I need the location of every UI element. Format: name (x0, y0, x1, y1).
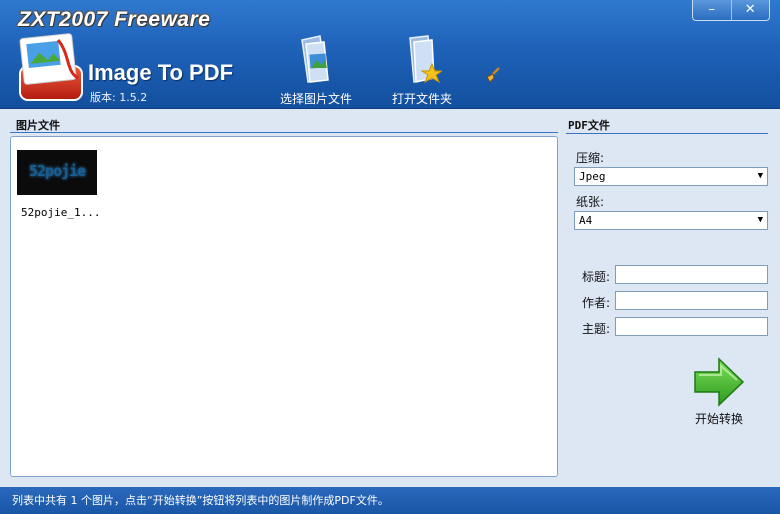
select-image-files-label: 选择图片文件 (280, 92, 353, 106)
status-text: 列表中共有 1 个图片，点击“开始转换”按钮将列表中的图片制作成PDF文件。 (12, 494, 389, 507)
pdf-subject-input[interactable] (615, 317, 768, 336)
paper-label: 纸张: (576, 195, 605, 209)
image-thumbnail: 52pojie (17, 150, 97, 195)
compression-label: 压缩: (576, 151, 605, 165)
image-files-heading: 图片文件 (16, 119, 60, 132)
window-controls: – ✕ (692, 0, 770, 21)
app-logo-icon (19, 33, 83, 101)
open-folder-icon (409, 35, 442, 84)
pdf-file-divider (566, 133, 768, 134)
pdf-subject-label: 主题: (582, 322, 611, 336)
image-files-divider (10, 132, 558, 133)
status-bar: 列表中共有 1 个图片，点击“开始转换”按钮将列表中的图片制作成PDF文件。 (0, 487, 780, 514)
compression-select[interactable]: Jpeg ▼ (574, 167, 768, 186)
open-folder-button[interactable]: 打开文件夹 (392, 34, 452, 107)
chevron-down-icon: ▼ (757, 215, 763, 225)
pdf-title-input[interactable] (615, 265, 768, 284)
app-title: Image To PDF (88, 60, 234, 85)
image-file-item[interactable]: 52pojie 52pojie_1... (17, 150, 101, 219)
minimize-button[interactable]: – (693, 0, 731, 20)
compression-value: Jpeg (579, 170, 606, 183)
image-file-name: 52pojie_1... (21, 206, 101, 219)
green-arrow-icon (694, 357, 745, 407)
pdf-author-label: 作者: (582, 296, 611, 310)
broom-icon[interactable] (484, 66, 502, 84)
pdf-title-label: 标题: (582, 270, 611, 284)
pdf-file-heading: PDF文件 (568, 119, 610, 132)
version-label: 版本: 1.5.2 (90, 91, 148, 104)
chevron-down-icon: ▼ (757, 171, 763, 181)
paper-value: A4 (579, 214, 593, 227)
open-folder-label: 打开文件夹 (392, 92, 453, 106)
pdf-author-input[interactable] (615, 291, 768, 310)
start-convert-label: 开始转换 (694, 412, 743, 426)
select-image-files-icon (301, 35, 329, 83)
header: ZXT2007 Freeware Image To PDF 版本: 1.5.2 … (0, 0, 780, 109)
start-convert-button[interactable]: 开始转换 (688, 356, 750, 427)
image-file-list[interactable]: 52pojie 52pojie_1... (10, 136, 558, 477)
close-button[interactable]: ✕ (730, 0, 770, 20)
select-image-files-button[interactable]: 选择图片文件 (280, 34, 352, 107)
brand-name: ZXT2007 Freeware (18, 8, 211, 31)
thumbnail-text: 52pojie (29, 162, 86, 180)
paper-select[interactable]: A4 ▼ (574, 211, 768, 230)
